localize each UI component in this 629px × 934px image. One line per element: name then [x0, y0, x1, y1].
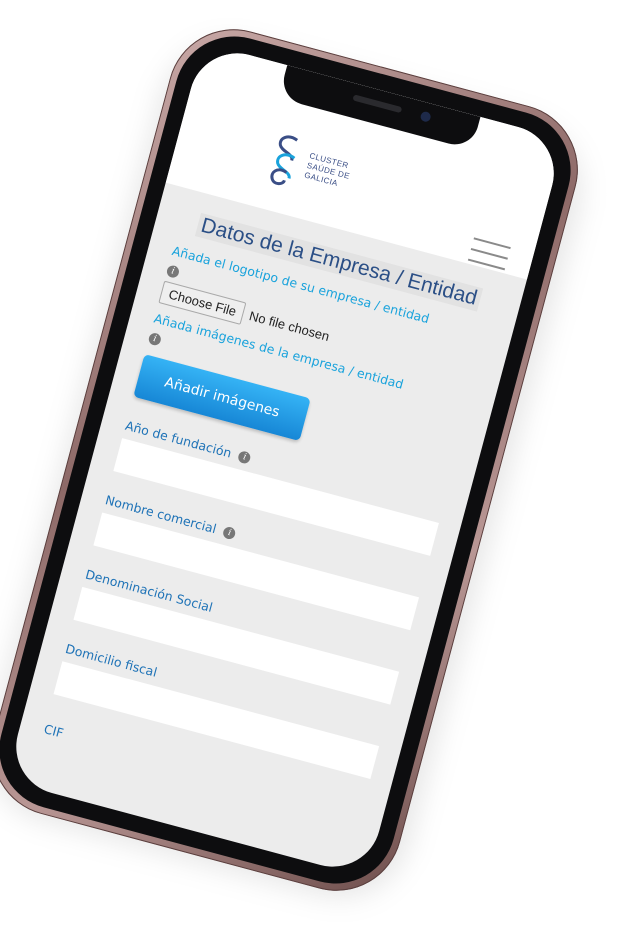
speaker-grille [352, 94, 403, 114]
cluster-logo-text: CLUSTER SAÚDE DE GALICIA [303, 151, 353, 191]
hamburger-menu-icon[interactable] [467, 237, 511, 272]
cluster-logo-icon [270, 135, 299, 186]
info-icon[interactable]: i [165, 263, 181, 279]
cluster-logo[interactable]: CLUSTER SAÚDE DE GALICIA [261, 126, 358, 206]
front-camera [419, 110, 432, 123]
info-icon[interactable]: i [222, 525, 238, 541]
info-icon[interactable]: i [237, 449, 253, 465]
menu-bar [467, 258, 506, 271]
phone-bezel: CLUSTER SAÚDE DE GALICIA Datos de la Emp… [0, 23, 585, 897]
info-icon[interactable]: i [147, 331, 163, 347]
phone-screen: CLUSTER SAÚDE DE GALICIA Datos de la Emp… [5, 42, 565, 878]
menu-bar [473, 237, 511, 250]
menu-bar [470, 247, 508, 260]
